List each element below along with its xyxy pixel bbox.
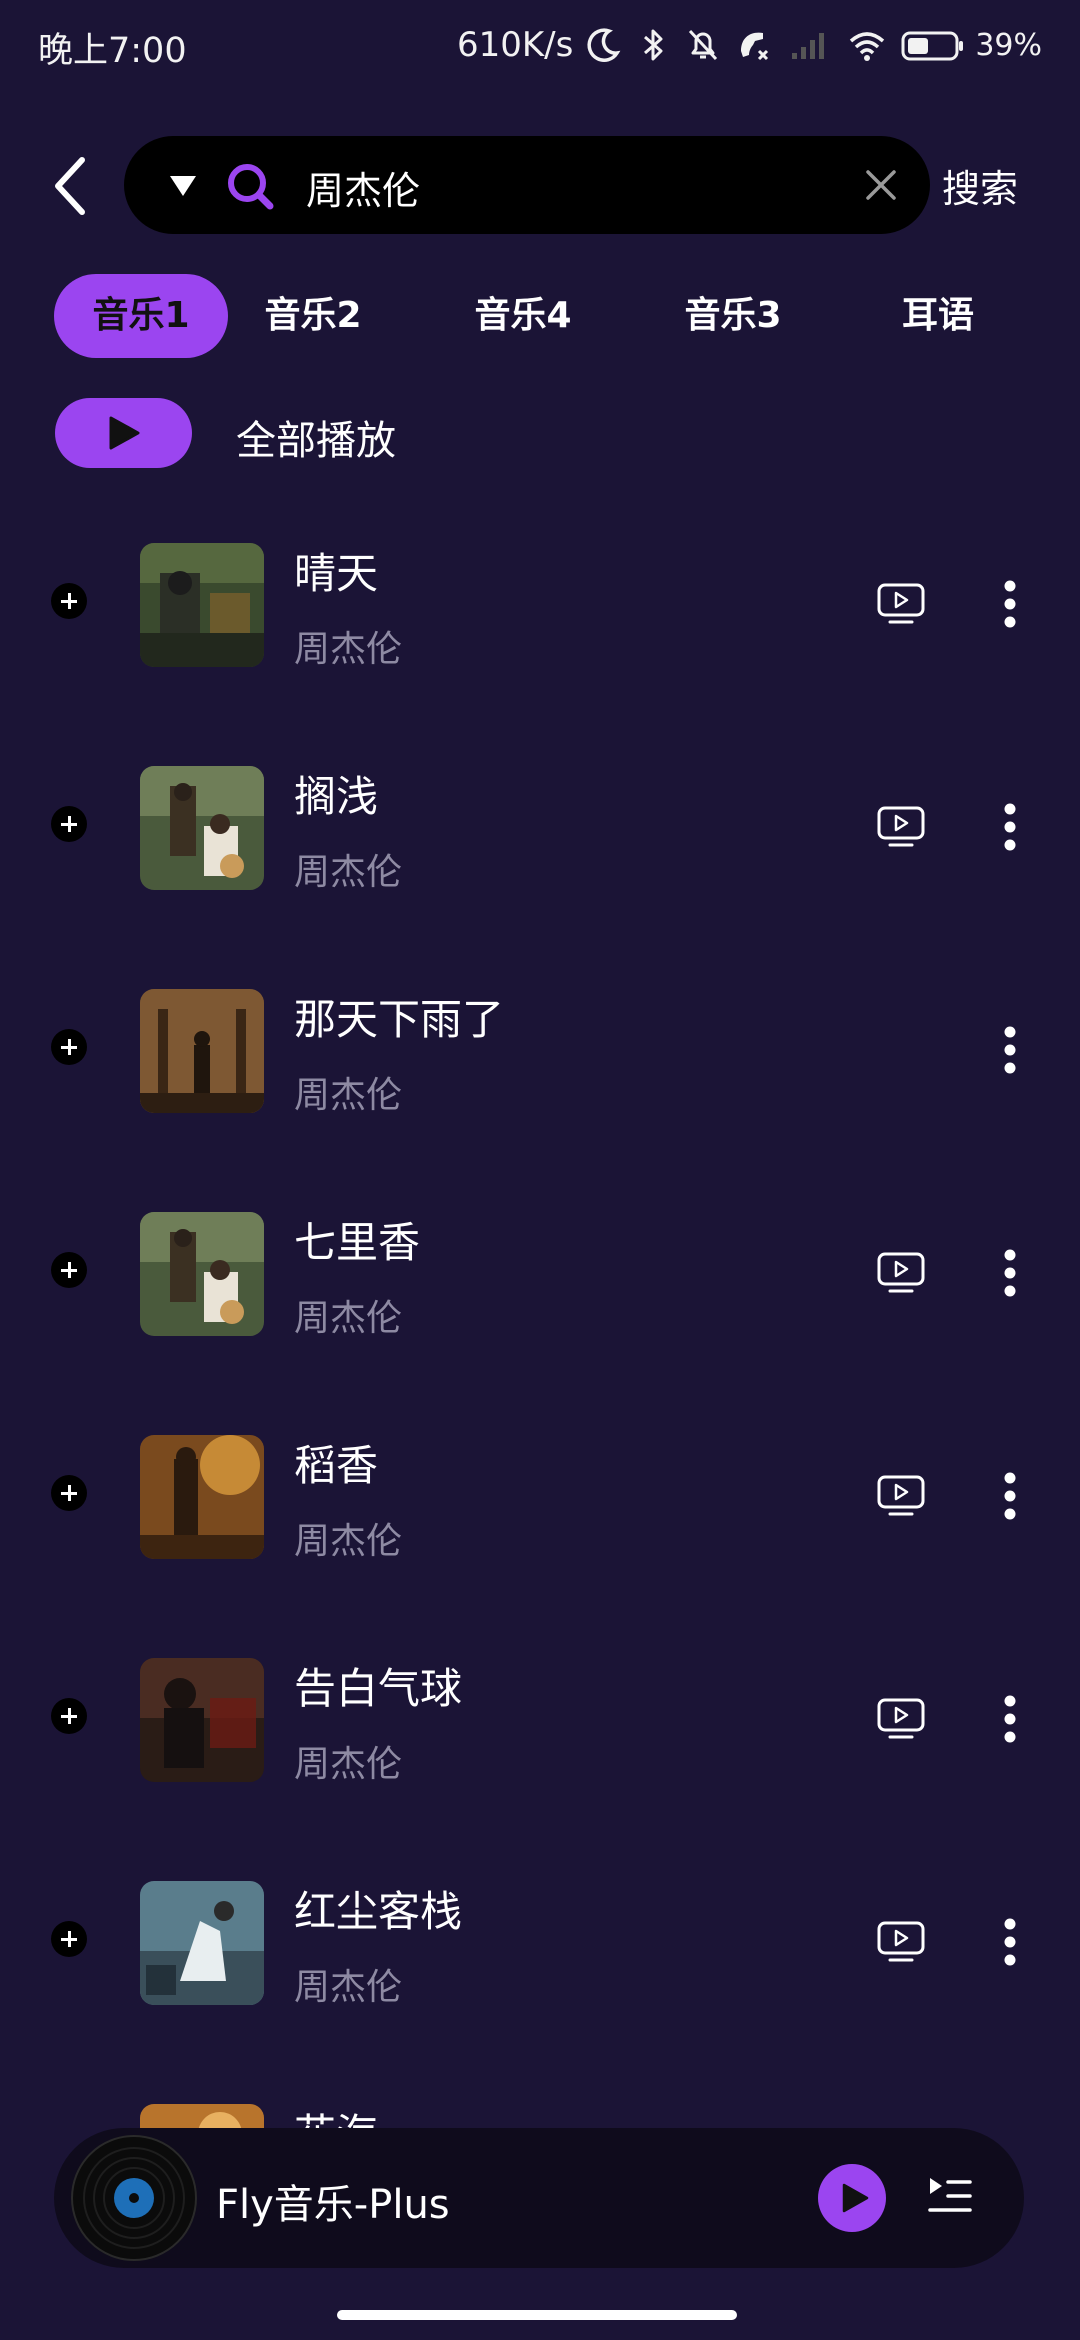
search-button[interactable]: 搜索 [942, 158, 1018, 213]
bluetooth-icon [644, 29, 663, 61]
play-all-button[interactable] [55, 398, 192, 468]
song-artist: 周杰伦 [294, 629, 403, 670]
more-icon[interactable] [996, 1247, 1024, 1299]
song-artist: 周杰伦 [294, 1298, 403, 1339]
vinyl-record-icon [71, 2135, 197, 2261]
add-icon[interactable] [51, 1029, 87, 1065]
status-icons: 610K/s 39% [457, 20, 1042, 70]
song-row[interactable]: 花海 [0, 2069, 1080, 2128]
tab-music3[interactable]: 音乐3 [648, 274, 818, 358]
song-title: 那天下雨了 [294, 995, 505, 1044]
song-row[interactable]: 搁浅 周杰伦 [0, 731, 1080, 954]
song-row[interactable]: 七里香 周杰伦 [0, 1177, 1080, 1400]
more-icon[interactable] [996, 1470, 1024, 1522]
song-artist: 周杰伦 [294, 852, 403, 893]
add-icon[interactable] [51, 806, 87, 842]
source-tabs: 音乐1 音乐2 音乐4 音乐3 耳语 [54, 274, 1080, 358]
screen: 晚上7:00 610K/s 39% 周杰伦 搜索 音乐1 音乐2 音乐4 音乐3… [0, 0, 1080, 2340]
song-artist: 周杰伦 [294, 1744, 403, 1785]
search-input[interactable]: 周杰伦 [124, 136, 930, 234]
song-artist: 周杰伦 [294, 1075, 403, 1116]
player-title: Fly音乐-Plus [216, 2182, 450, 2228]
back-icon[interactable] [44, 150, 100, 222]
status-bar: 晚上7:00 610K/s 39% [0, 0, 1080, 90]
dropdown-triangle-icon[interactable] [168, 172, 198, 198]
album-cover [140, 766, 264, 890]
battery-percent: 39% [975, 27, 1042, 63]
mv-icon[interactable] [876, 1697, 926, 1741]
mv-icon[interactable] [876, 582, 926, 626]
wifi-icon [850, 32, 885, 61]
album-cover [140, 989, 264, 1113]
song-title: 搁浅 [294, 772, 379, 821]
more-icon[interactable] [996, 801, 1024, 853]
play-icon [842, 2183, 869, 2213]
tab-music1[interactable]: 音乐1 [54, 274, 228, 358]
signal-icon [792, 33, 825, 59]
net-speed: 610K/s [456, 25, 574, 65]
call-off-icon [741, 32, 769, 61]
status-time: 晚上7:00 [38, 31, 187, 71]
album-cover [140, 1658, 264, 1782]
mv-icon[interactable] [876, 1251, 926, 1295]
mini-player[interactable]: Fly音乐-Plus [54, 2128, 1024, 2268]
more-icon[interactable] [996, 1024, 1024, 1076]
song-row[interactable]: 稻香 周杰伦 [0, 1400, 1080, 1623]
moon-icon [587, 28, 621, 62]
add-icon[interactable] [51, 1698, 87, 1734]
tab-whisper[interactable]: 耳语 [858, 274, 1018, 358]
mv-icon[interactable] [876, 1474, 926, 1518]
song-artist: 周杰伦 [294, 1521, 403, 1562]
add-icon[interactable] [51, 1921, 87, 1957]
play-all-label[interactable]: 全部播放 [236, 408, 396, 466]
add-icon[interactable] [51, 1252, 87, 1288]
album-cover [140, 1435, 264, 1559]
mv-icon[interactable] [876, 805, 926, 849]
song-title: 稻香 [294, 1441, 379, 1490]
search-query[interactable]: 周杰伦 [306, 160, 420, 215]
song-title: 晴天 [294, 549, 379, 598]
album-cover [140, 1881, 264, 2005]
tab-music4[interactable]: 音乐4 [438, 274, 608, 358]
more-icon[interactable] [996, 1693, 1024, 1745]
player-play-button[interactable] [818, 2164, 886, 2232]
play-icon [109, 416, 140, 450]
song-row[interactable]: 那天下雨了 周杰伦 [0, 954, 1080, 1177]
song-title: 告白气球 [294, 1664, 463, 1713]
more-icon[interactable] [996, 578, 1024, 630]
mv-icon[interactable] [876, 1920, 926, 1964]
song-title: 七里香 [294, 1218, 421, 1267]
mute-bell-icon [689, 29, 718, 61]
album-cover [140, 2104, 264, 2128]
clear-icon[interactable] [862, 166, 900, 204]
search-icon [228, 164, 274, 210]
song-row[interactable]: 红尘客栈 周杰伦 [0, 1846, 1080, 2069]
playlist-icon[interactable] [926, 2172, 974, 2220]
album-cover [140, 1212, 264, 1336]
more-icon[interactable] [996, 1916, 1024, 1968]
add-icon[interactable] [51, 583, 87, 619]
battery-icon [901, 31, 964, 61]
song-row[interactable]: 告白气球 周杰伦 [0, 1623, 1080, 1846]
song-list: 晴天 周杰伦 搁浅 周杰伦 那天下雨了 周杰伦 七里香 周杰伦 稻香 周杰伦 告… [0, 508, 1080, 2128]
album-cover [140, 543, 264, 667]
add-icon[interactable] [51, 1475, 87, 1511]
tab-music2[interactable]: 音乐2 [228, 274, 398, 358]
home-indicator[interactable] [337, 2310, 737, 2320]
song-title: 红尘客栈 [294, 1887, 463, 1936]
song-artist: 周杰伦 [294, 1967, 403, 2008]
song-row[interactable]: 晴天 周杰伦 [0, 508, 1080, 731]
song-title: 花海 [294, 2101, 378, 2128]
